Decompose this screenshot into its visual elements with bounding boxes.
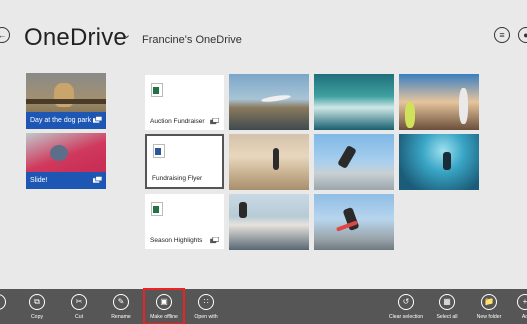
skateboarder-shape xyxy=(337,144,357,170)
excel-file-icon xyxy=(151,202,163,216)
word-file-icon xyxy=(153,144,165,158)
select-all-icon: ▦ xyxy=(439,294,455,310)
folder-caption: Day at the dog park xyxy=(26,112,106,129)
photo-tile[interactable] xyxy=(399,134,479,190)
command-label: Ad xyxy=(521,314,527,320)
add-button[interactable]: + Ad xyxy=(505,289,527,324)
photo-tile[interactable] xyxy=(229,74,309,130)
back-arrow-icon[interactable]: ← xyxy=(0,27,10,43)
page-title[interactable]: OneDrive xyxy=(24,24,127,52)
offline-icon xyxy=(93,116,102,123)
skater-shape xyxy=(443,152,451,170)
file-label: Auction Fundraiser xyxy=(150,118,205,125)
person-shape xyxy=(273,148,279,170)
partial-icon: ○ xyxy=(0,294,6,310)
cut-button[interactable]: ✂ Cut xyxy=(59,289,99,324)
file-tile-season-highlights[interactable]: Season Highlights xyxy=(145,194,224,249)
board-shape xyxy=(405,102,415,128)
offline-icon xyxy=(210,237,219,244)
copy-icon: ⧉ xyxy=(29,294,45,310)
chevron-down-icon[interactable]: ⌄ xyxy=(122,28,131,41)
file-label: Fundraising Flyer xyxy=(152,175,203,182)
child-photo xyxy=(50,145,68,161)
offline-icon xyxy=(93,176,102,183)
clear-selection-icon: ↺ xyxy=(398,294,414,310)
photo-tile[interactable] xyxy=(314,194,394,250)
surfboard-shape xyxy=(260,93,292,104)
bench-shape xyxy=(26,99,106,104)
list-icon[interactable]: ≡ xyxy=(494,27,510,43)
photo-tile[interactable] xyxy=(314,74,394,130)
offline-icon xyxy=(210,118,219,125)
excel-file-icon xyxy=(151,83,163,97)
cut-icon: ✂ xyxy=(71,294,87,310)
photo-tile[interactable] xyxy=(229,194,309,250)
select-all-button[interactable]: ▦ Select all xyxy=(427,289,467,324)
account-icon[interactable]: ● xyxy=(518,27,527,43)
account-subtitle: Francine's OneDrive xyxy=(142,34,242,46)
clear-selection-button[interactable]: ↺ Clear selection xyxy=(386,289,426,324)
folder-label: Day at the dog park xyxy=(30,117,92,124)
folder-tile-slide[interactable]: Slide! xyxy=(26,133,106,189)
app-command-bar: ○ ⧉ Copy ✂ Cut ✎ Rename ▣ Make offline ∷… xyxy=(0,288,527,324)
command-label: Open with xyxy=(194,314,218,320)
new-folder-icon: 📁 xyxy=(481,294,497,310)
file-label: Season Highlights xyxy=(150,237,203,244)
make-offline-button[interactable]: ▣ Make offline xyxy=(143,288,185,324)
open-with-button[interactable]: ∷ Open with xyxy=(186,289,226,324)
photo-tile[interactable] xyxy=(399,74,479,130)
file-tile-fundraising-flyer[interactable]: Fundraising Flyer xyxy=(145,134,224,189)
board-shape xyxy=(459,88,468,124)
rename-button[interactable]: ✎ Rename xyxy=(101,289,141,324)
folder-label: Slide! xyxy=(30,177,48,184)
open-with-icon: ∷ xyxy=(198,294,214,310)
rename-icon: ✎ xyxy=(113,294,129,310)
make-offline-icon: ▣ xyxy=(156,294,172,310)
surfer-shape xyxy=(239,202,247,218)
folder-tile-dog-park[interactable]: Day at the dog park xyxy=(26,73,106,129)
photo-tile[interactable] xyxy=(314,134,394,190)
add-icon: + xyxy=(517,294,527,310)
photo-tile[interactable] xyxy=(229,134,309,190)
folder-caption: Slide! xyxy=(26,172,106,189)
file-tile-auction-fundraiser[interactable]: Auction Fundraiser xyxy=(145,75,224,130)
copy-button[interactable]: ⧉ Copy xyxy=(17,289,57,324)
